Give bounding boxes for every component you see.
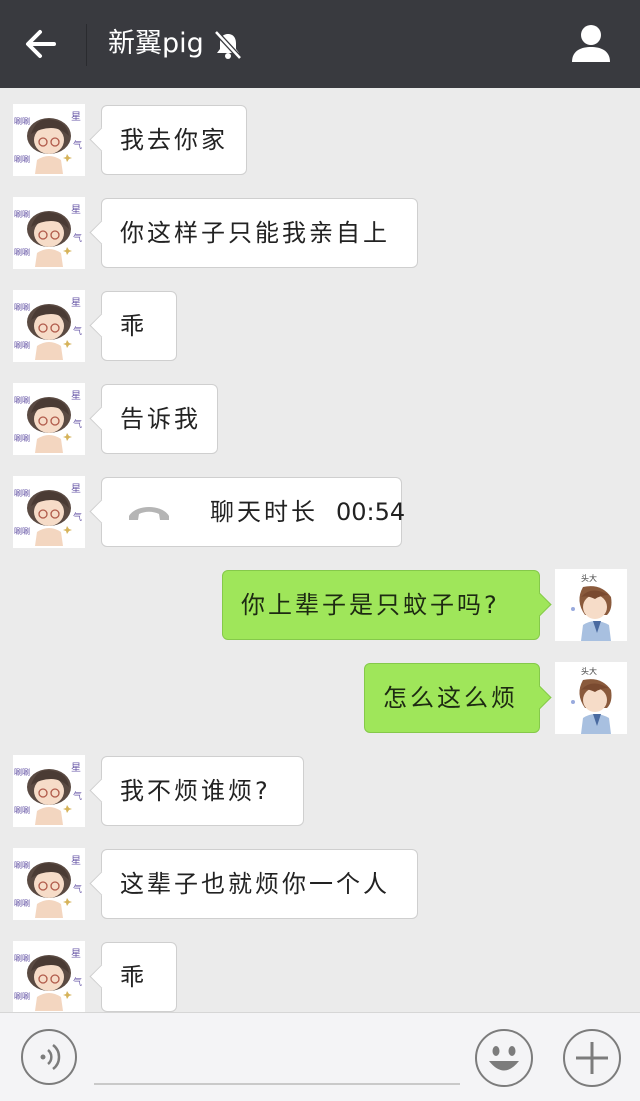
message-row: 星 气 唰唰 唰唰 我去你家	[0, 104, 640, 180]
message-bubble[interactable]: 乖	[101, 942, 177, 1012]
contact-avatar[interactable]: 星 气 唰唰 唰唰	[13, 755, 85, 827]
chat-profile-button[interactable]	[570, 22, 612, 66]
input-bar	[0, 1012, 640, 1101]
message-bubble[interactable]: 这辈子也就烦你一个人	[101, 849, 418, 919]
svg-text:气: 气	[73, 511, 82, 523]
message-bubble[interactable]: 你这样子只能我亲自上	[101, 198, 418, 268]
arrow-left-icon	[26, 30, 56, 58]
svg-text:唰唰: 唰唰	[14, 209, 30, 219]
message-row: 星 气 唰唰 唰唰 这辈子也就烦你一个人	[0, 848, 640, 924]
contact-avatar[interactable]: 星 气 唰唰 唰唰	[13, 941, 85, 1012]
message-row: 星 气 唰唰 唰唰 乖	[0, 941, 640, 1012]
message-bubble[interactable]: 怎么这么烦	[364, 663, 540, 733]
svg-text:气: 气	[73, 325, 82, 337]
svg-text:唰唰: 唰唰	[14, 953, 30, 963]
svg-text:气: 气	[73, 418, 82, 430]
svg-text:唰唰: 唰唰	[14, 767, 30, 777]
user-icon	[572, 25, 610, 62]
chat-header: 新翼pig	[0, 0, 640, 88]
message-row: 星 气 唰唰 唰唰 你这样子只能我亲自上	[0, 197, 640, 273]
svg-text:唰唰: 唰唰	[14, 340, 30, 350]
call-duration: 00:54	[336, 498, 406, 526]
svg-text:唰唰: 唰唰	[14, 433, 30, 443]
message-bubble[interactable]: 我去你家	[101, 105, 247, 175]
call-label: 聊天时长	[210, 498, 318, 526]
call-record-bubble[interactable]: 聊天时长 00:54	[101, 477, 406, 547]
message-row: 怎么这么烦 头大	[0, 662, 640, 738]
contact-avatar[interactable]: 星 气 唰唰 唰唰	[13, 848, 85, 920]
svg-text:星: 星	[71, 855, 81, 867]
svg-text:唰唰: 唰唰	[14, 154, 30, 164]
my-avatar[interactable]: 头大	[555, 569, 627, 641]
voice-icon	[21, 1029, 77, 1085]
svg-text:星: 星	[71, 948, 81, 960]
svg-text:唰唰: 唰唰	[14, 526, 30, 536]
contact-avatar[interactable]: 星 气 唰唰 唰唰	[13, 197, 85, 269]
svg-text:星: 星	[71, 204, 81, 216]
my-avatar[interactable]: 头大	[555, 662, 627, 734]
back-button[interactable]	[18, 22, 66, 66]
svg-text:气: 气	[73, 883, 82, 895]
message-input[interactable]	[94, 1083, 460, 1085]
voice-input-button[interactable]	[20, 1028, 78, 1086]
svg-text:气: 气	[73, 976, 82, 988]
phone-hangup-icon	[129, 507, 169, 520]
emoji-button[interactable]	[474, 1028, 534, 1088]
svg-text:气: 气	[73, 790, 82, 802]
message-row: 你上辈子是只蚊子吗? 头大	[0, 569, 640, 645]
chat-title: 新翼pig	[108, 28, 204, 59]
svg-text:唰唰: 唰唰	[14, 302, 30, 312]
svg-text:星: 星	[71, 762, 81, 774]
message-row: 星 气 唰唰 唰唰 乖	[0, 290, 640, 366]
message-row: 星 气 唰唰 唰唰 聊天时长 00:54	[0, 476, 640, 552]
svg-text:头大: 头大	[581, 573, 597, 583]
svg-text:唰唰: 唰唰	[14, 116, 30, 126]
svg-text:唰唰: 唰唰	[14, 247, 30, 257]
emoji-icon	[475, 1029, 533, 1087]
message-bubble[interactable]: 我不烦谁烦?	[101, 756, 304, 826]
message-bubble[interactable]: 乖	[101, 291, 177, 361]
svg-text:气: 气	[73, 139, 82, 151]
message-row: 星 气 唰唰 唰唰 我不烦谁烦?	[0, 755, 640, 831]
svg-text:星: 星	[71, 297, 81, 309]
header-divider	[86, 24, 87, 66]
svg-text:唰唰: 唰唰	[14, 805, 30, 815]
svg-text:气: 气	[73, 232, 82, 244]
plus-icon	[563, 1029, 621, 1087]
contact-avatar[interactable]: 星 气 唰唰 唰唰	[13, 104, 85, 176]
svg-text:唰唰: 唰唰	[14, 488, 30, 498]
contact-avatar[interactable]: 星 气 唰唰 唰唰	[13, 290, 85, 362]
svg-text:唰唰: 唰唰	[14, 898, 30, 908]
svg-text:星: 星	[71, 483, 81, 495]
svg-text:头大: 头大	[581, 666, 597, 676]
svg-text:唰唰: 唰唰	[14, 860, 30, 870]
svg-text:唰唰: 唰唰	[14, 395, 30, 405]
svg-text:星: 星	[71, 111, 81, 123]
message-bubble[interactable]: 你上辈子是只蚊子吗?	[222, 570, 540, 640]
svg-text:星: 星	[71, 390, 81, 402]
contact-avatar[interactable]: 星 气 唰唰 唰唰	[13, 476, 85, 548]
contact-avatar[interactable]: 星 气 唰唰 唰唰	[13, 383, 85, 455]
message-bubble[interactable]: 告诉我	[101, 384, 218, 454]
more-options-button[interactable]	[562, 1028, 622, 1088]
bell-muted-icon	[214, 30, 242, 60]
message-row: 星 气 唰唰 唰唰 告诉我	[0, 383, 640, 459]
svg-text:唰唰: 唰唰	[14, 991, 30, 1001]
